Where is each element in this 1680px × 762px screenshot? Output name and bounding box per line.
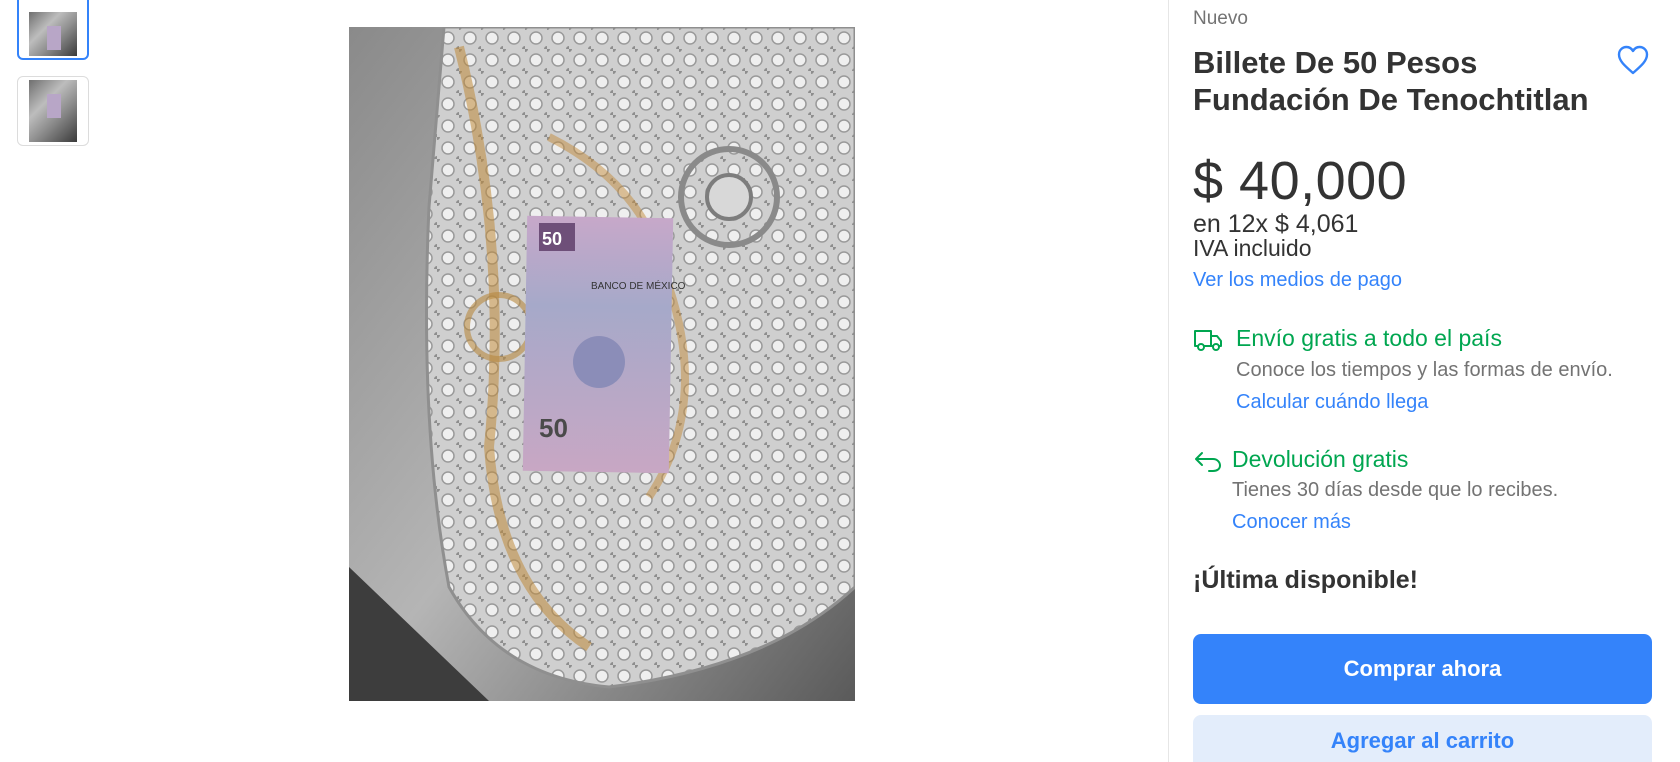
shipping-headline: Envío gratis a todo el país	[1236, 325, 1502, 351]
returns-headline: Devolución gratis	[1232, 446, 1409, 472]
svg-text:BANCO DE MÉXICO: BANCO DE MÉXICO	[591, 279, 686, 292]
buy-now-button[interactable]: Comprar ahora	[1193, 634, 1652, 704]
tax-note: IVA incluido	[1193, 235, 1312, 261]
learn-more-link[interactable]: Conocer más	[1232, 511, 1351, 534]
shipping-description: Conoce los tiempos y las formas de envío…	[1236, 359, 1613, 381]
product-photo-thumbnail-1-icon	[29, 12, 77, 56]
payment-methods-link[interactable]: Ver los medios de pago	[1193, 269, 1402, 292]
product-photo-thumbnail-2-icon	[29, 80, 77, 142]
return-arrow-icon	[1195, 452, 1221, 472]
thumbnail-2[interactable]	[17, 76, 89, 146]
column-divider	[1168, 0, 1169, 762]
thumbnail-gallery	[17, 0, 89, 162]
svg-text:50: 50	[539, 413, 568, 443]
stock-status: ¡Última disponible!	[1193, 566, 1418, 594]
calculate-delivery-link[interactable]: Calcular cuándo llega	[1236, 391, 1428, 414]
favorite-button[interactable]	[1616, 44, 1650, 76]
returns-description: Tienes 30 días desde que lo recibes.	[1232, 479, 1559, 501]
truck-icon	[1194, 330, 1222, 351]
add-to-cart-button[interactable]: Agregar al carrito	[1193, 715, 1652, 762]
main-product-image[interactable]: 50 BANCO DE MÉXICO 50	[349, 27, 855, 701]
product-title: Billete De 50 Pesos Fundación De Tenocht…	[1193, 45, 1589, 117]
thumbnail-1[interactable]	[17, 0, 89, 60]
product-condition: Nuevo	[1193, 8, 1248, 29]
svg-text:50: 50	[542, 229, 562, 249]
product-price: $ 40,000	[1193, 151, 1408, 211]
banknote-photo-icon: 50 BANCO DE MÉXICO 50	[349, 27, 855, 701]
heart-icon	[1617, 45, 1649, 75]
